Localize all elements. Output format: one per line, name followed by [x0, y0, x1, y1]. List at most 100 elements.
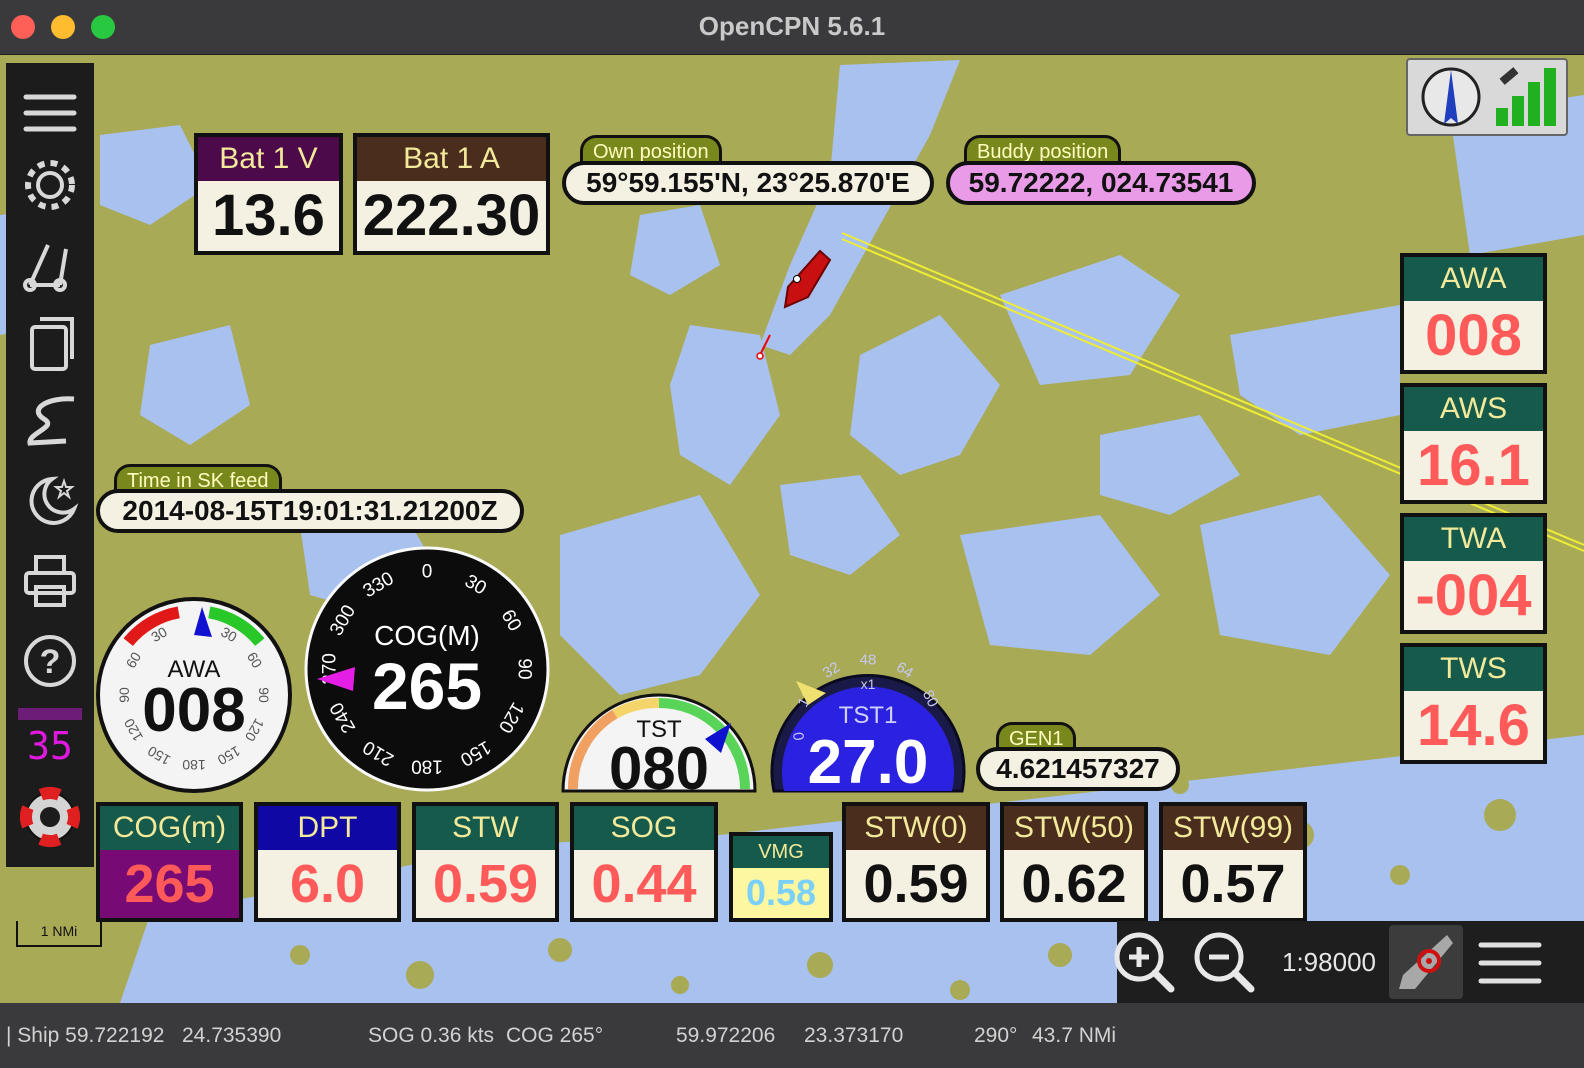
instrument-label: Bat 1 V	[198, 137, 339, 181]
menu-icon[interactable]	[18, 81, 82, 145]
help-icon[interactable]: ?	[18, 629, 82, 693]
cog-tick-label: 0	[422, 562, 433, 583]
instrument-value: 0.59	[846, 850, 986, 918]
tst1-gauge[interactable]: 16324864800 x1 TST1 27.0	[768, 633, 968, 793]
bottom-instrument-cog-m[interactable]: COG(m) 265	[96, 802, 243, 922]
status-ship-lat: | Ship 59.722192	[6, 1024, 165, 1047]
instrument-label: DPT	[258, 806, 397, 850]
sk-time-value[interactable]: 2014-08-15T19:01:31.21200Z	[96, 489, 524, 533]
instrument-value: 14.6	[1404, 691, 1543, 760]
status-bar: | Ship 59.722192 24.735390 SOG 0.36 kts …	[0, 1003, 1584, 1068]
instrument-label: Bat 1 A	[357, 137, 546, 181]
menu-icon[interactable]	[1475, 933, 1545, 993]
instrument-value: 265	[100, 850, 239, 918]
instrument-label: TWA	[1404, 517, 1543, 561]
night-mode-icon[interactable]	[18, 469, 82, 533]
tst1-gauge-value: 27.0	[808, 728, 929, 793]
buddy-position-value[interactable]: 59.72222, 024.73541	[946, 161, 1256, 205]
own-position-label: Own position	[580, 135, 722, 163]
chart-scale[interactable]: 1:98000	[1282, 947, 1376, 978]
gen1-value[interactable]: 4.621457327	[976, 747, 1180, 791]
instrument-label: STW(99)	[1163, 806, 1303, 850]
tst1-tick-label: 0	[790, 731, 808, 741]
bottom-instrument-vmg[interactable]: VMG 0.58	[729, 832, 833, 922]
title-bar: OpenCPN 5.6.1	[0, 0, 1584, 55]
status-cog: COG 265°	[506, 1024, 604, 1047]
cog-gauge-value: 265	[372, 649, 482, 723]
instrument-label: TWS	[1404, 647, 1543, 691]
instrument-value: 222.30	[362, 183, 541, 248]
cog-tick-label: 180	[411, 755, 443, 776]
status-sog: SOG 0.36 kts	[368, 1024, 495, 1047]
awa-gauge[interactable]: 306090120150180150120906030 AWA 008	[94, 595, 294, 795]
tst1-gauge-label: TST1	[839, 702, 898, 729]
status-ship-lon: 24.735390	[182, 1024, 282, 1047]
scale-bar: 1 NMi	[16, 921, 102, 947]
instrument-value: -004	[1404, 561, 1543, 630]
own-position-value[interactable]: 59°59.155'N, 23°25.870'E	[562, 161, 934, 205]
gps-signal-icon[interactable]	[1490, 62, 1562, 132]
instrument-label: AWS	[1404, 387, 1543, 431]
bottom-instrument-stw-0[interactable]: STW(0) 0.59	[842, 802, 990, 922]
instrument-label: VMG	[733, 836, 829, 868]
status-cursor-lon: 23.373170	[804, 1024, 904, 1047]
instrument-label: STW	[416, 806, 555, 850]
tst1-tick-label: 48	[860, 651, 877, 668]
main-toolbar: ? 35	[6, 63, 94, 867]
tst1-multiplier: x1	[861, 676, 876, 692]
counter-display: 35	[27, 724, 73, 768]
instrument-label: STW(50)	[1004, 806, 1144, 850]
gen1-label: GEN1	[996, 722, 1077, 750]
tst-gauge-value: 080	[609, 735, 709, 793]
window-title: OpenCPN 5.6.1	[698, 11, 886, 41]
track-icon[interactable]	[18, 389, 82, 453]
instrument-value: 0.59	[416, 850, 555, 918]
bottom-instrument-stw-50[interactable]: STW(50) 0.62	[1000, 802, 1148, 922]
instrument-value: 6.0	[258, 850, 397, 918]
lifebuoy-icon[interactable]	[18, 785, 82, 849]
bottom-instrument-stw-99[interactable]: STW(99) 0.57	[1159, 802, 1307, 922]
svg-text:?: ?	[40, 643, 61, 681]
route-icon[interactable]	[18, 231, 82, 295]
instrument-value: 16.1	[1404, 431, 1543, 500]
instrument-value: 0.58	[733, 868, 829, 918]
bottom-instrument-dpt[interactable]: DPT 6.0	[254, 802, 401, 922]
awa-gauge-value: 008	[142, 676, 245, 745]
bottom-instrument-stw[interactable]: STW 0.59	[412, 802, 559, 922]
sk-time-label: Time in SK feed	[114, 464, 282, 492]
zoom-out-icon[interactable]	[1189, 927, 1257, 997]
instrument-label: STW(0)	[846, 806, 986, 850]
ownship-button[interactable]	[1389, 925, 1463, 999]
instrument-value: 008	[1404, 301, 1543, 370]
status-cursor-lat: 59.972206	[676, 1024, 776, 1047]
compass-icon[interactable]	[1416, 62, 1486, 132]
chart-canvas[interactable]: ? 35 Bat 1 V 13.6 Bat 1 A 222.30 Own pos…	[0, 55, 1584, 1003]
zoom-in-icon[interactable]	[1109, 927, 1177, 997]
right-instrument-aws[interactable]: AWS 16.1	[1400, 383, 1547, 504]
counter-bar	[18, 708, 82, 720]
instrument-bat1v[interactable]: Bat 1 V 13.6	[194, 133, 343, 255]
layers-icon[interactable]	[18, 311, 82, 375]
right-instrument-twa[interactable]: TWA -004	[1400, 513, 1547, 634]
status-widget[interactable]	[1406, 58, 1568, 136]
awa-tick-label: 90	[116, 687, 132, 703]
print-icon[interactable]	[18, 549, 82, 613]
instrument-bat1a[interactable]: Bat 1 A 222.30	[353, 133, 550, 255]
right-instrument-tws[interactable]: TWS 14.6	[1400, 643, 1547, 764]
bottom-instrument-sog[interactable]: SOG 0.44	[570, 802, 718, 922]
instrument-label: COG(m)	[100, 806, 239, 850]
awa-tick-label: 90	[256, 687, 272, 703]
instrument-value: 13.6	[212, 183, 325, 248]
zoom-bar: 1:98000	[1114, 921, 1584, 1003]
tst-gauge[interactable]: TST 080	[559, 673, 759, 793]
cog-gauge[interactable]: 0 306090120150180210240270300330 COG(M) 2…	[303, 545, 551, 793]
cog-gauge-label: COG(M)	[374, 620, 480, 651]
instrument-value: 0.57	[1163, 850, 1303, 918]
right-instrument-awa[interactable]: AWA 008	[1400, 253, 1547, 374]
instrument-label: SOG	[574, 806, 714, 850]
status-bearing: 290°	[974, 1024, 1018, 1047]
instrument-value: 0.62	[1004, 850, 1144, 918]
cog-tick-label: 90	[513, 658, 534, 679]
settings-icon[interactable]	[18, 153, 82, 217]
status-distance: 43.7 NMi	[1032, 1024, 1117, 1047]
